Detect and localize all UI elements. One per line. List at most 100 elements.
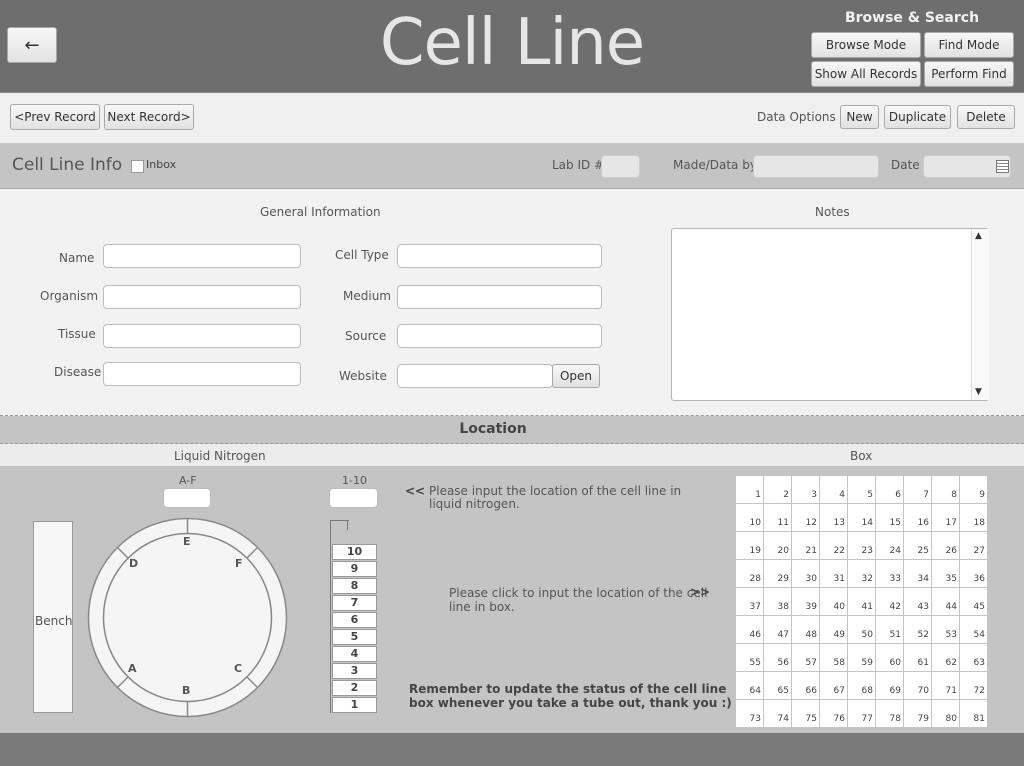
- box-position-41[interactable]: 41: [848, 588, 876, 616]
- scroll-down-icon[interactable]: ▼: [975, 387, 982, 397]
- box-position-77[interactable]: 77: [848, 700, 876, 728]
- new-button[interactable]: New: [840, 105, 879, 129]
- name-field[interactable]: [103, 244, 301, 268]
- open-website-button[interactable]: Open: [552, 364, 600, 388]
- box-position-64[interactable]: 64: [736, 672, 764, 700]
- show-all-records-button[interactable]: Show All Records: [811, 61, 921, 87]
- box-position-52[interactable]: 52: [904, 616, 932, 644]
- box-position-14[interactable]: 14: [848, 504, 876, 532]
- tissue-field[interactable]: [103, 324, 301, 348]
- duplicate-button[interactable]: Duplicate: [884, 105, 951, 129]
- box-position-36[interactable]: 36: [960, 560, 988, 588]
- box-position-43[interactable]: 43: [904, 588, 932, 616]
- box-position-71[interactable]: 71: [932, 672, 960, 700]
- box-position-49[interactable]: 49: [820, 616, 848, 644]
- website-field[interactable]: [397, 364, 553, 388]
- box-position-10[interactable]: 10: [736, 504, 764, 532]
- box-position-76[interactable]: 76: [820, 700, 848, 728]
- box-position-9[interactable]: 9: [960, 476, 988, 504]
- cell-type-field[interactable]: [397, 244, 602, 268]
- calendar-icon[interactable]: [996, 160, 1009, 173]
- box-position-58[interactable]: 58: [820, 644, 848, 672]
- rack-slot-10[interactable]: 10: [332, 544, 377, 560]
- box-position-5[interactable]: 5: [848, 476, 876, 504]
- box-position-45[interactable]: 45: [960, 588, 988, 616]
- box-position-4[interactable]: 4: [820, 476, 848, 504]
- dewar-section-e[interactable]: E: [183, 535, 191, 548]
- box-position-40[interactable]: 40: [820, 588, 848, 616]
- box-position-38[interactable]: 38: [764, 588, 792, 616]
- dewar-section-a[interactable]: A: [128, 662, 137, 675]
- next-record-button[interactable]: Next Record>: [104, 104, 194, 130]
- box-position-18[interactable]: 18: [960, 504, 988, 532]
- box-position-72[interactable]: 72: [960, 672, 988, 700]
- delete-button[interactable]: Delete: [957, 105, 1015, 129]
- notes-textarea[interactable]: [671, 228, 989, 401]
- browse-mode-button[interactable]: Browse Mode: [811, 32, 921, 58]
- box-position-59[interactable]: 59: [848, 644, 876, 672]
- rack-slot-8[interactable]: 8: [332, 578, 377, 594]
- box-position-48[interactable]: 48: [792, 616, 820, 644]
- box-position-12[interactable]: 12: [792, 504, 820, 532]
- box-position-56[interactable]: 56: [764, 644, 792, 672]
- box-position-28[interactable]: 28: [736, 560, 764, 588]
- box-position-26[interactable]: 26: [932, 532, 960, 560]
- box-position-81[interactable]: 81: [960, 700, 988, 728]
- box-position-3[interactable]: 3: [792, 476, 820, 504]
- find-mode-button[interactable]: Find Mode: [924, 32, 1014, 58]
- dewar-section-f[interactable]: F: [235, 557, 243, 570]
- made-by-field[interactable]: [753, 155, 879, 178]
- box-position-78[interactable]: 78: [876, 700, 904, 728]
- box-position-29[interactable]: 29: [764, 560, 792, 588]
- box-position-62[interactable]: 62: [932, 644, 960, 672]
- box-position-66[interactable]: 66: [792, 672, 820, 700]
- box-position-44[interactable]: 44: [932, 588, 960, 616]
- box-position-7[interactable]: 7: [904, 476, 932, 504]
- box-position-39[interactable]: 39: [792, 588, 820, 616]
- disease-field[interactable]: [103, 362, 301, 386]
- inbox-checkbox[interactable]: [131, 160, 144, 173]
- rack-slot-5[interactable]: 5: [332, 629, 377, 645]
- box-position-24[interactable]: 24: [876, 532, 904, 560]
- box-position-17[interactable]: 17: [932, 504, 960, 532]
- rack-slot-7[interactable]: 7: [332, 595, 377, 611]
- box-position-16[interactable]: 16: [904, 504, 932, 532]
- box-position-70[interactable]: 70: [904, 672, 932, 700]
- scroll-up-icon[interactable]: ▲: [975, 231, 982, 241]
- box-position-63[interactable]: 63: [960, 644, 988, 672]
- box-position-15[interactable]: 15: [876, 504, 904, 532]
- medium-field[interactable]: [397, 285, 602, 309]
- box-position-51[interactable]: 51: [876, 616, 904, 644]
- box-position-57[interactable]: 57: [792, 644, 820, 672]
- box-position-31[interactable]: 31: [820, 560, 848, 588]
- rack-slot-3[interactable]: 3: [332, 663, 377, 679]
- organism-field[interactable]: [103, 285, 301, 309]
- box-position-67[interactable]: 67: [820, 672, 848, 700]
- box-position-80[interactable]: 80: [932, 700, 960, 728]
- box-position-73[interactable]: 73: [736, 700, 764, 728]
- rack-number-field[interactable]: [329, 488, 378, 508]
- box-position-1[interactable]: 1: [736, 476, 764, 504]
- box-position-13[interactable]: 13: [820, 504, 848, 532]
- box-position-50[interactable]: 50: [848, 616, 876, 644]
- box-position-19[interactable]: 19: [736, 532, 764, 560]
- box-position-21[interactable]: 21: [792, 532, 820, 560]
- perform-find-button[interactable]: Perform Find: [924, 61, 1014, 87]
- dewar-section-c[interactable]: C: [234, 662, 242, 675]
- rack-slot-6[interactable]: 6: [332, 612, 377, 628]
- box-position-20[interactable]: 20: [764, 532, 792, 560]
- box-position-11[interactable]: 11: [764, 504, 792, 532]
- box-position-23[interactable]: 23: [848, 532, 876, 560]
- box-position-37[interactable]: 37: [736, 588, 764, 616]
- box-position-30[interactable]: 30: [792, 560, 820, 588]
- box-position-34[interactable]: 34: [904, 560, 932, 588]
- dewar-section-field[interactable]: [163, 488, 211, 508]
- box-position-55[interactable]: 55: [736, 644, 764, 672]
- box-position-33[interactable]: 33: [876, 560, 904, 588]
- lab-id-field[interactable]: [601, 155, 640, 178]
- box-position-60[interactable]: 60: [876, 644, 904, 672]
- source-field[interactable]: [397, 324, 602, 348]
- box-position-25[interactable]: 25: [904, 532, 932, 560]
- box-position-65[interactable]: 65: [764, 672, 792, 700]
- box-position-32[interactable]: 32: [848, 560, 876, 588]
